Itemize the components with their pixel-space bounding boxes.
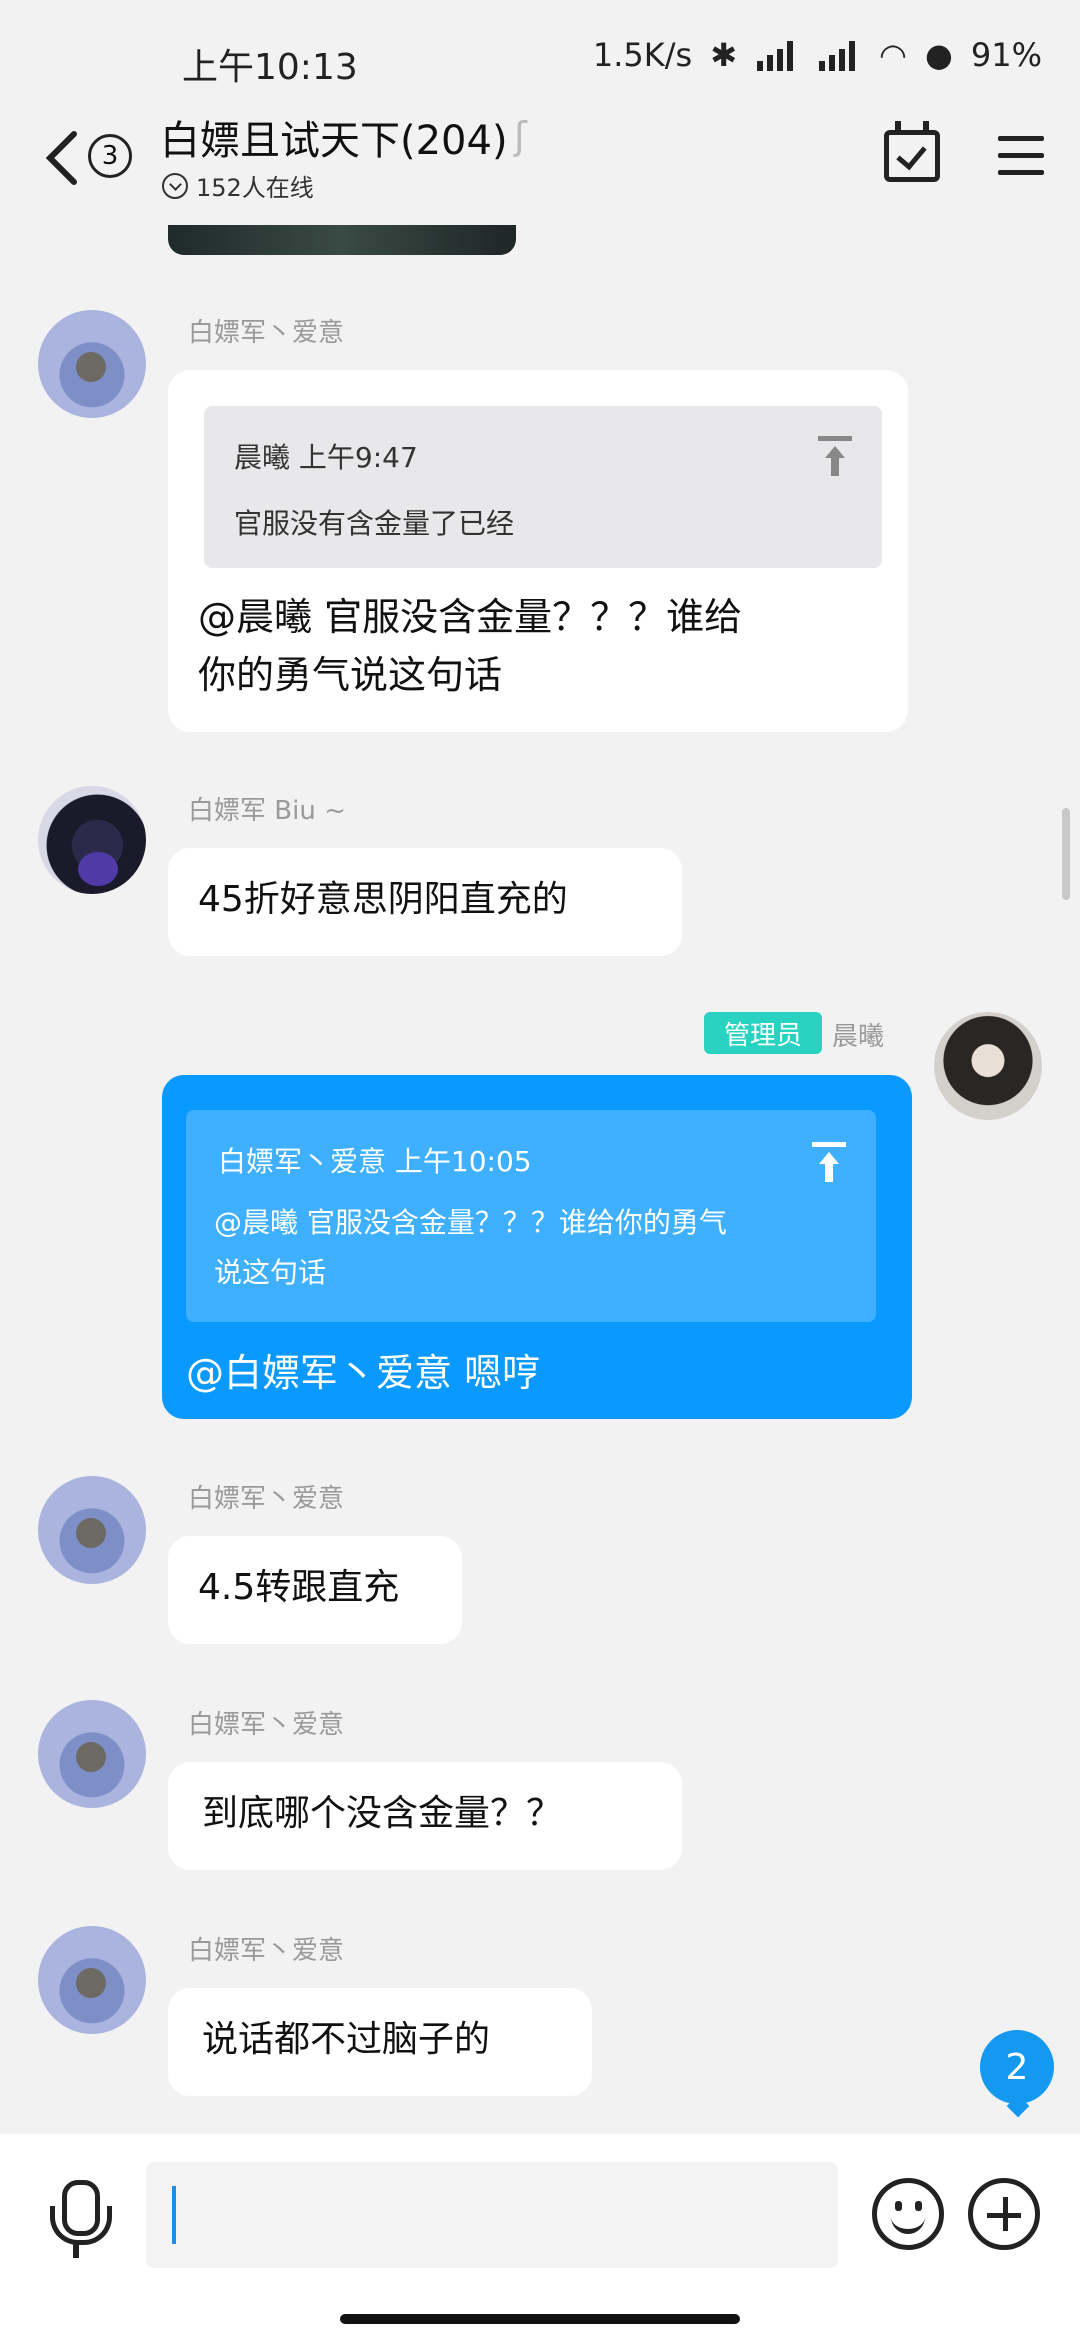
sender-name: 白嫖军 Biu ~ (188, 796, 346, 826)
avatar[interactable] (38, 1700, 146, 1808)
back-arrow-icon[interactable] (42, 128, 82, 188)
sender-name: 白嫖军丶爱意 (188, 1710, 345, 1740)
quote-author: 白嫖军丶爱意 (218, 1145, 387, 1178)
jump-to-quote-icon[interactable] (812, 1142, 846, 1182)
ear-icon[interactable]: ʃ (514, 114, 527, 158)
emoji-icon[interactable] (872, 2178, 944, 2250)
status-icons: 1.5K/s ✱ ◠ ● 91% (593, 36, 1042, 74)
home-indicator[interactable] (340, 2314, 740, 2324)
quote-author: 晨曦 (234, 441, 291, 474)
avatar[interactable] (38, 786, 146, 894)
quote-time: 上午9:47 (298, 441, 418, 474)
text-caret (172, 2186, 176, 2244)
avatar[interactable] (38, 1476, 146, 1584)
message-text: @晨曦 官服没含金量？？？谁给 你的勇气说这句话 (198, 588, 742, 704)
signal-icon (755, 39, 799, 71)
sender-name: 白嫖军丶爱意 (188, 1936, 345, 1966)
plus-icon[interactable] (968, 2178, 1040, 2250)
quote-header: 晨曦 上午9:47 (234, 436, 418, 476)
online-status[interactable]: 152人在线 (162, 168, 314, 203)
quote-line: @晨曦 官服没含金量？？？谁给你的勇气 (214, 1206, 727, 1239)
avatar[interactable] (934, 1012, 1042, 1120)
quote-line: 说这句话 (214, 1256, 327, 1289)
menu-icon[interactable] (998, 136, 1044, 176)
message-input[interactable] (146, 2162, 838, 2268)
online-count: 152人在线 (196, 174, 314, 202)
bluetooth-icon: ✱ (710, 36, 738, 74)
quote-header: 白嫖军丶爱意 上午10:05 (218, 1140, 532, 1180)
message-text: @白嫖军丶爱意 嗯哼 (186, 1351, 541, 1395)
new-message-indicator[interactable]: 2 (980, 2030, 1054, 2104)
cat-icon: ● (924, 36, 953, 74)
wifi-icon: ◠ (879, 36, 907, 74)
quote-text: @晨曦 官服没含金量？？？谁给你的勇气 说这句话 (214, 1198, 727, 1298)
jump-to-quote-icon[interactable] (818, 436, 852, 476)
status-time: 上午10:13 (182, 47, 358, 88)
quoted-message[interactable] (204, 406, 882, 568)
admin-badge: 管理员 (704, 1012, 822, 1054)
microphone-icon[interactable] (50, 2180, 112, 2260)
quote-time: 上午10:05 (394, 1145, 532, 1178)
avatar[interactable] (38, 1926, 146, 2034)
unread-count[interactable]: 3 (88, 134, 132, 178)
battery-level: 91% (970, 36, 1042, 74)
message-line: 你的勇气说这句话 (198, 653, 503, 697)
image-message-partial[interactable] (168, 225, 516, 255)
message-bubble[interactable]: 说话都不过脑子的 (168, 1988, 592, 2096)
net-speed: 1.5K/s (592, 36, 693, 74)
sender-name: 晨曦 (832, 1022, 885, 1052)
signal-icon (817, 39, 861, 71)
message-bubble[interactable]: 到底哪个没含金量？？ (168, 1762, 682, 1870)
message-bubble[interactable]: 4.5转跟直充 (168, 1536, 462, 1644)
group-title[interactable]: 白嫖且试天下(204) (160, 108, 508, 166)
scrollbar[interactable] (1062, 808, 1070, 900)
sender-name: 白嫖军丶爱意 (188, 318, 345, 348)
sender-name: 白嫖军丶爱意 (188, 1484, 345, 1514)
message-line: @晨曦 官服没含金量？？？谁给 (198, 595, 743, 639)
calendar-check-icon[interactable] (884, 121, 940, 182)
message-bubble[interactable]: 45折好意思阴阳直充的 (168, 848, 682, 956)
quote-text: 官服没有含金量了已经 (234, 507, 515, 540)
avatar[interactable] (38, 310, 146, 418)
chevron-down-icon (162, 172, 188, 199)
